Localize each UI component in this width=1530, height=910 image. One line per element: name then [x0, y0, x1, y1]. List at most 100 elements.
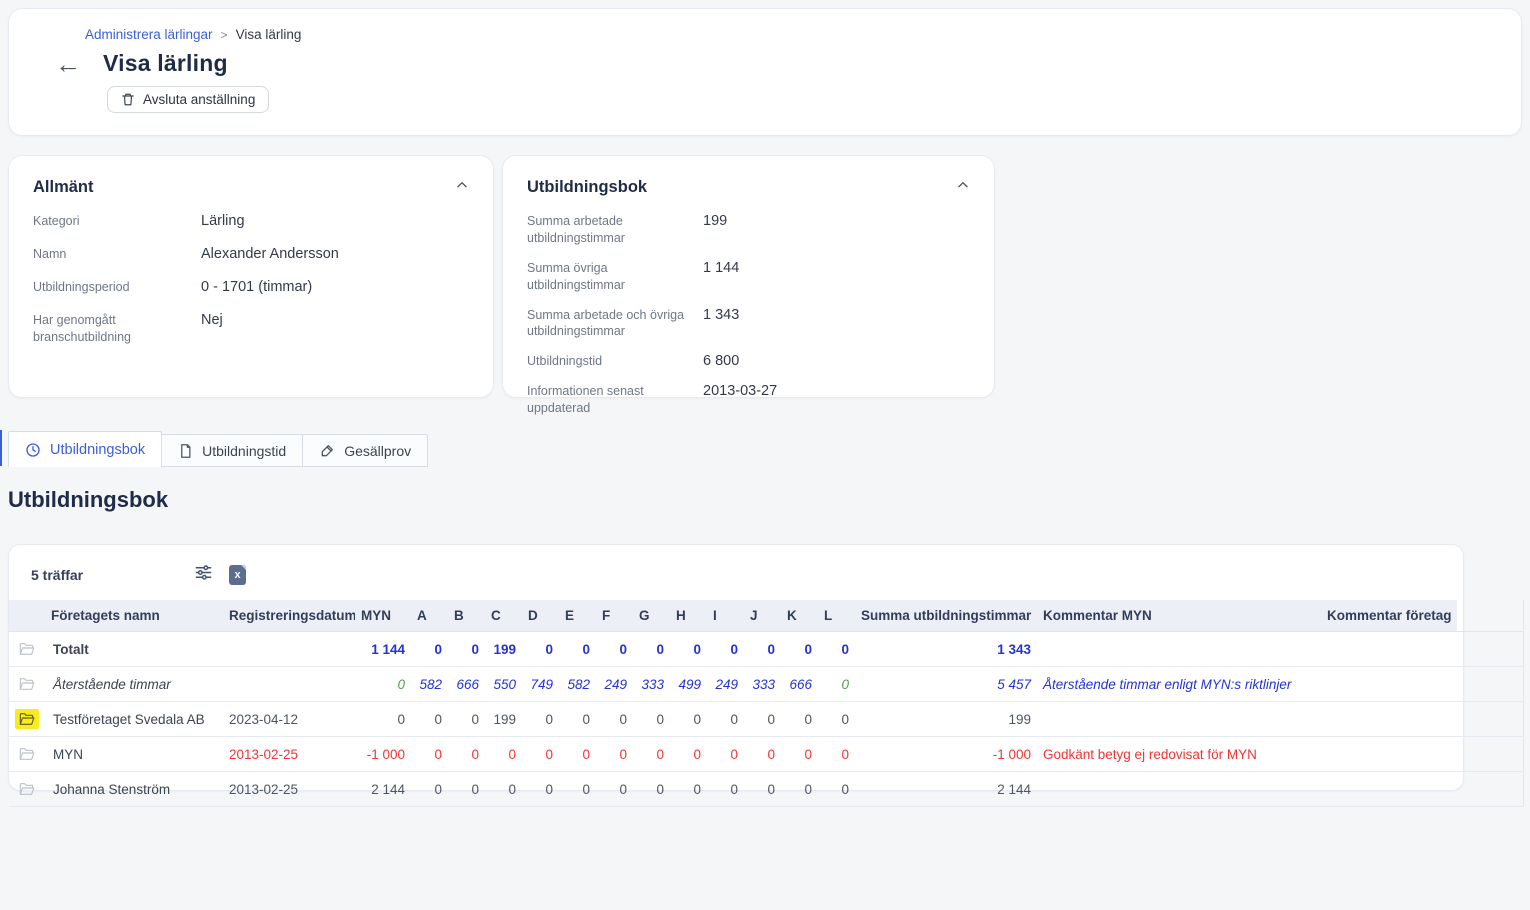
- back-button[interactable]: ←: [55, 51, 81, 77]
- breadcrumb-parent-link[interactable]: Administrera lärlingar: [85, 27, 213, 42]
- panel-row: Allmänt KategoriLärlingNamnAlexander And…: [8, 155, 1522, 398]
- folder-icon[interactable]: [15, 639, 39, 659]
- end-employment-button[interactable]: Avsluta anställning: [107, 86, 269, 113]
- hours-cell: 0: [355, 702, 411, 737]
- hours-cell: 0: [744, 702, 781, 737]
- comment-myn-cell: [1037, 702, 1321, 737]
- field-label: Summa arbetade och övriga utbildningstim…: [527, 307, 703, 341]
- collapse-chevron-icon[interactable]: [956, 178, 970, 197]
- hours-cell: 0: [818, 772, 855, 807]
- header-card: Administrera lärlingar > Visa lärling ← …: [8, 8, 1522, 136]
- breadcrumb-current: Visa lärling: [236, 27, 302, 42]
- field-row: KategoriLärling: [33, 213, 469, 230]
- comment-myn-cell: [1037, 632, 1321, 667]
- field-value: Lärling: [201, 213, 245, 230]
- trash-icon: [121, 92, 135, 107]
- hours-cell: 0: [411, 632, 448, 667]
- hours-cell: 0: [670, 632, 707, 667]
- table-row: Återstående timmar0582666550749582249333…: [9, 667, 1523, 702]
- hours-cell: 2 144: [355, 772, 411, 807]
- hours-cell: 0: [559, 772, 596, 807]
- row-icon-cell: [9, 702, 45, 737]
- hours-cell: 199: [485, 702, 522, 737]
- folder-icon[interactable]: [15, 744, 39, 764]
- hours-cell: 0: [596, 632, 633, 667]
- tab-label: Utbildningstid: [202, 443, 286, 459]
- field-value: 1 343: [703, 307, 739, 341]
- hours-cell: 666: [781, 667, 818, 702]
- hours-cell: 0: [485, 737, 522, 772]
- registration-date-cell: 2013-02-25: [223, 772, 355, 807]
- tab-label: Gesällprov: [344, 443, 411, 459]
- column-header: F: [596, 600, 633, 632]
- tab-label: Utbildningsbok: [50, 442, 145, 458]
- collapse-chevron-icon[interactable]: [455, 178, 469, 197]
- hours-cell: 0: [485, 772, 522, 807]
- breadcrumb: Administrera lärlingar > Visa lärling: [85, 27, 1497, 42]
- field-row: Summa arbetade och övriga utbildningstim…: [527, 307, 970, 341]
- folder-icon[interactable]: [15, 709, 39, 729]
- hours-cell: 1 144: [355, 632, 411, 667]
- row-icon-cell: [9, 667, 45, 702]
- column-header: B: [448, 600, 485, 632]
- table-row: MYN2013-02-25-1 000000000000000-1 000God…: [9, 737, 1523, 772]
- comment-company-cell: [1321, 772, 1523, 807]
- hours-cell: 0: [522, 702, 559, 737]
- comment-company-cell: [1321, 632, 1523, 667]
- table-toolbar: 5 träffar x: [9, 545, 1463, 600]
- column-header: G: [633, 600, 670, 632]
- row-icon-cell: [9, 632, 45, 667]
- field-label: Utbildningstid: [527, 353, 703, 370]
- hours-cell: 333: [744, 667, 781, 702]
- utbildningsbok-rows: Summa arbetade utbildningstimmar199Summa…: [527, 213, 970, 417]
- tab-utbildningsbok[interactable]: Utbildningsbok: [8, 431, 162, 467]
- page-title: Visa lärling: [103, 50, 228, 77]
- folder-icon[interactable]: [15, 779, 39, 799]
- registration-date-cell: [223, 632, 355, 667]
- utbildningsbok-table: Företagets namnRegistreringsdatumMYNABCD…: [9, 600, 1524, 807]
- column-header: Summa utbildningstimmar: [855, 600, 1037, 632]
- hours-cell: 0: [522, 772, 559, 807]
- hours-cell: 249: [707, 667, 744, 702]
- hours-cell: 199: [485, 632, 522, 667]
- company-name-cell: Totalt: [45, 632, 223, 667]
- excel-export-icon[interactable]: x: [229, 565, 246, 585]
- column-header: K: [781, 600, 818, 632]
- hours-cell: 0: [448, 632, 485, 667]
- hours-cell: 249: [596, 667, 633, 702]
- field-label: Summa övriga utbildningstimmar: [527, 260, 703, 294]
- field-value: Nej: [201, 312, 223, 346]
- company-name-cell: Testföretaget Svedala AB: [45, 702, 223, 737]
- hours-cell: 0: [744, 737, 781, 772]
- page: Administrera lärlingar > Visa lärling ← …: [0, 0, 1530, 799]
- hours-cell: 499: [670, 667, 707, 702]
- result-count: 5 träffar: [31, 567, 194, 583]
- column-header: L: [818, 600, 855, 632]
- sum-hours-cell: -1 000: [855, 737, 1037, 772]
- hours-cell: 0: [448, 737, 485, 772]
- comment-myn-cell: [1037, 772, 1321, 807]
- hours-cell: 0: [411, 702, 448, 737]
- hours-cell: 0: [559, 702, 596, 737]
- column-header: Företagets namn: [45, 600, 223, 632]
- sum-hours-cell: 1 343: [855, 632, 1037, 667]
- field-label: Summa arbetade utbildningstimmar: [527, 213, 703, 247]
- table-row: Totalt1 144001990000000001 343: [9, 632, 1523, 667]
- table-row: Testföretaget Svedala AB2023-04-12000199…: [9, 702, 1523, 737]
- hours-cell: 0: [670, 737, 707, 772]
- comment-company-cell: [1321, 702, 1523, 737]
- hours-cell: 0: [781, 772, 818, 807]
- hours-cell: 0: [633, 772, 670, 807]
- tab-gesallprov[interactable]: Gesällprov: [302, 434, 428, 467]
- hours-cell: 0: [559, 737, 596, 772]
- column-header: A: [411, 600, 448, 632]
- field-label: Utbildningsperiod: [33, 279, 201, 296]
- table-row: Johanna Stenström2013-02-252 14400000000…: [9, 772, 1523, 807]
- tab-utbildningstid[interactable]: Utbildningstid: [161, 434, 303, 467]
- filter-icon[interactable]: [194, 563, 213, 587]
- sum-hours-cell: 199: [855, 702, 1037, 737]
- folder-icon[interactable]: [15, 674, 39, 694]
- hours-cell: 0: [744, 632, 781, 667]
- column-header-icon: [9, 600, 45, 632]
- comment-company-cell: [1321, 667, 1523, 702]
